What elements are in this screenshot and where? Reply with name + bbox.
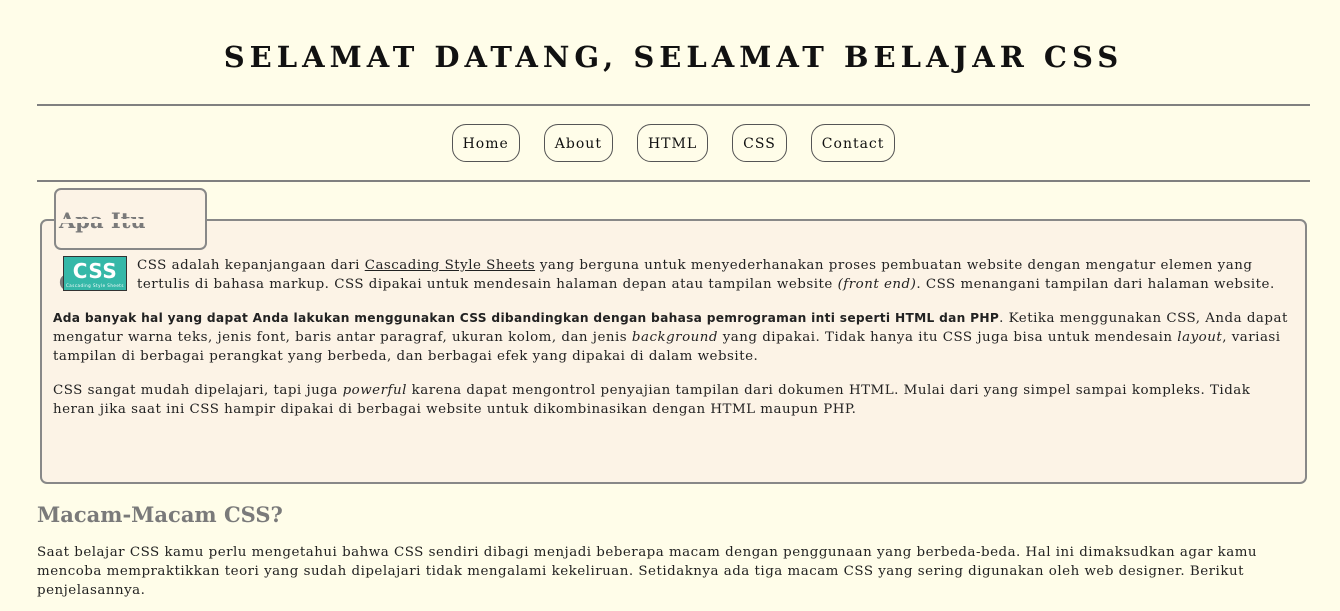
paragraph-1: CSS Cascading Style Sheets CSS adalah ke… [53,256,1293,294]
section-content: CSS Cascading Style Sheets CSS adalah ke… [53,256,1293,434]
nav-css-button[interactable]: CSS [732,124,787,162]
cascading-style-sheets-link[interactable]: Cascading Style Sheets [365,258,535,273]
header-divider-bottom [37,180,1310,182]
macam-css-heading: Macam-Macam CSS? [37,502,283,527]
site-title: SELAMAT DATANG, SELAMAT BELAJAR CSS [223,40,1124,74]
page: SELAMAT DATANG, SELAMAT BELAJAR CSS Home… [37,0,1310,598]
css-logo: CSS Cascading Style Sheets [63,256,127,291]
nav-html-button[interactable]: HTML [636,124,709,162]
css-logo-text: CSS [72,259,118,283]
nav-about-button[interactable]: About [543,124,613,162]
paragraph-2: Ada banyak hal yang dapat Anda lakukan m… [53,311,1288,364]
paragraph-3: CSS sangat mudah dipelajari, tapi juga p… [53,383,1251,417]
macam-css-paragraph: Saat belajar CSS kamu perlu mengetahui b… [37,545,1258,598]
nav-contact-button[interactable]: Contact [810,124,896,162]
nav-home-button[interactable]: Home [451,124,520,162]
paragraph-2-bold: Ada banyak hal yang dapat Anda lakukan m… [53,311,1000,325]
main-nav: Home About HTML CSS Contact [37,106,1310,180]
css-logo-subtext: Cascading Style Sheets [66,283,124,288]
